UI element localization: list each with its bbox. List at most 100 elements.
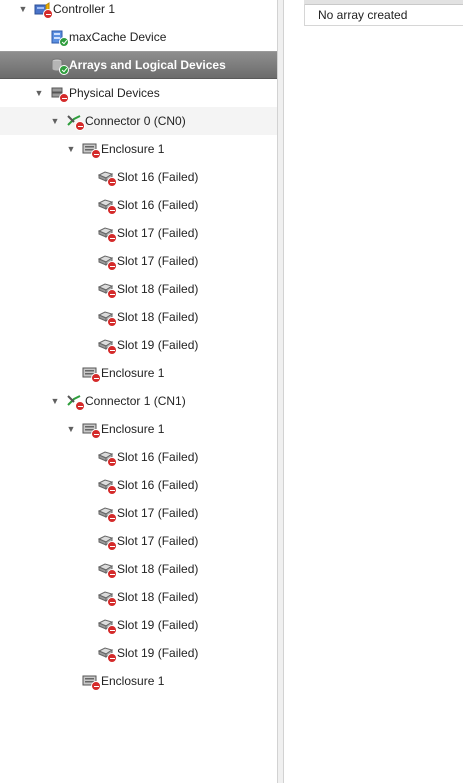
tree-item-connector-1[interactable]: ▼ Connector 1 (CN1) [0,387,277,415]
tree-item-slot[interactable]: Slot 16 (Failed) [0,163,277,191]
tree-item-slot[interactable]: Slot 17 (Failed) [0,247,277,275]
controller-icon [34,1,53,19]
tree-item-slot[interactable]: Slot 17 (Failed) [0,219,277,247]
tree-item-label: Slot 16 (Failed) [117,198,199,212]
tree-item-label: Arrays and Logical Devices [69,58,226,72]
tree-item-label: Connector 1 (CN1) [85,394,186,408]
expand-spacer [34,32,44,42]
expand-spacer [82,536,92,546]
drive-icon [97,337,117,355]
empty-state-message: No array created [304,4,463,26]
tree-item-label: Slot 16 (Failed) [117,170,199,184]
tree-item-enclosure-1[interactable]: ▼ Enclosure 1 [0,135,277,163]
expand-spacer [82,480,92,490]
maxcache-icon [50,29,69,47]
drive-icon [97,645,117,663]
expand-spacer [82,200,92,210]
status-failed-icon [107,317,117,327]
tree-item-slot[interactable]: Slot 18 (Failed) [0,303,277,331]
enclosure-icon [82,673,101,691]
tree-item-label: Slot 19 (Failed) [117,338,199,352]
drive-icon [97,617,117,635]
status-failed-icon [91,429,101,439]
status-failed-icon [75,121,85,131]
tree-item-enclosure-1[interactable]: Enclosure 1 [0,667,277,695]
expand-toggle-icon[interactable]: ▼ [66,424,76,434]
status-failed-icon [107,625,117,635]
tree-item-enclosure-1[interactable]: ▼ Enclosure 1 [0,415,277,443]
status-failed-icon [91,373,101,383]
device-tree-panel: ▼ Controller 1 maxCache Device Arrays and L… [0,0,277,783]
tree-item-label: Slot 16 (Failed) [117,478,199,492]
tree-item-slot[interactable]: Slot 17 (Failed) [0,499,277,527]
status-failed-icon [107,569,117,579]
expand-spacer [82,564,92,574]
tree-item-label: Slot 17 (Failed) [117,254,199,268]
tree-item-label: maxCache Device [69,30,167,44]
tree-item-physical-devices[interactable]: ▼ Physical Devices [0,79,277,107]
drive-icon [97,169,117,187]
physical-devices-icon [50,85,69,103]
tree-item-connector-0[interactable]: ▼ Connector 0 (CN0) [0,107,277,135]
tree-item-label: Connector 0 (CN0) [85,114,186,128]
tree-item-maxcache-device[interactable]: maxCache Device [0,23,277,51]
expand-spacer [82,620,92,630]
status-failed-icon [107,541,117,551]
status-failed-icon [75,401,85,411]
status-failed-icon [107,205,117,215]
tree-item-slot[interactable]: Slot 16 (Failed) [0,443,277,471]
tree-item-label: Slot 18 (Failed) [117,282,199,296]
expand-spacer [82,228,92,238]
tree-item-label: Slot 18 (Failed) [117,562,199,576]
tree-item-label: Enclosure 1 [101,674,165,688]
expand-toggle-icon[interactable]: ▼ [66,144,76,154]
status-failed-icon [59,93,69,103]
drive-icon [97,449,117,467]
tree-item-enclosure-1[interactable]: Enclosure 1 [0,359,277,387]
status-failed-icon [107,261,117,271]
tree-item-label: Slot 17 (Failed) [117,226,199,240]
status-failed-icon [107,345,117,355]
expand-spacer [66,676,76,686]
drive-icon [97,225,117,243]
tree-item-slot[interactable]: Slot 16 (Failed) [0,191,277,219]
tree-item-label: Slot 19 (Failed) [117,646,199,660]
drive-icon [97,561,117,579]
status-failed-icon [107,177,117,187]
tree-item-label: Controller 1 [53,2,116,16]
tree-item-slot[interactable]: Slot 16 (Failed) [0,471,277,499]
expand-toggle-icon[interactable]: ▼ [18,4,28,14]
drive-icon [97,197,117,215]
tree-item-slot[interactable]: Slot 18 (Failed) [0,555,277,583]
tree-item-slot[interactable]: Slot 19 (Failed) [0,611,277,639]
expand-spacer [82,592,92,602]
tree-item-label: Slot 16 (Failed) [117,450,199,464]
tree-item-slot[interactable]: Slot 18 (Failed) [0,583,277,611]
connector-icon [66,113,85,131]
drive-icon [97,533,117,551]
drive-icon [97,253,117,271]
status-failed-icon [43,9,53,19]
status-failed-icon [107,457,117,467]
status-ok-icon [59,65,69,75]
expand-spacer [66,368,76,378]
status-failed-icon [107,653,117,663]
expand-toggle-icon[interactable]: ▼ [50,396,60,406]
tree-item-label: Slot 19 (Failed) [117,618,199,632]
tree-item-arrays-logical-devices[interactable]: Arrays and Logical Devices [0,51,277,79]
expand-toggle-icon[interactable]: ▼ [34,88,44,98]
panel-splitter[interactable] [277,0,284,783]
expand-toggle-icon[interactable]: ▼ [50,116,60,126]
status-failed-icon [107,233,117,243]
tree-item-slot[interactable]: Slot 17 (Failed) [0,527,277,555]
tree-item-label: Physical Devices [69,86,160,100]
tree-item-slot[interactable]: Slot 18 (Failed) [0,275,277,303]
drive-icon [97,281,117,299]
tree-item-slot[interactable]: Slot 19 (Failed) [0,639,277,667]
expand-spacer [82,648,92,658]
tree-item-slot[interactable]: Slot 19 (Failed) [0,331,277,359]
expand-spacer [82,284,92,294]
drive-icon [97,477,117,495]
expand-spacer [82,340,92,350]
tree-item-controller-1[interactable]: ▼ Controller 1 [0,0,277,23]
